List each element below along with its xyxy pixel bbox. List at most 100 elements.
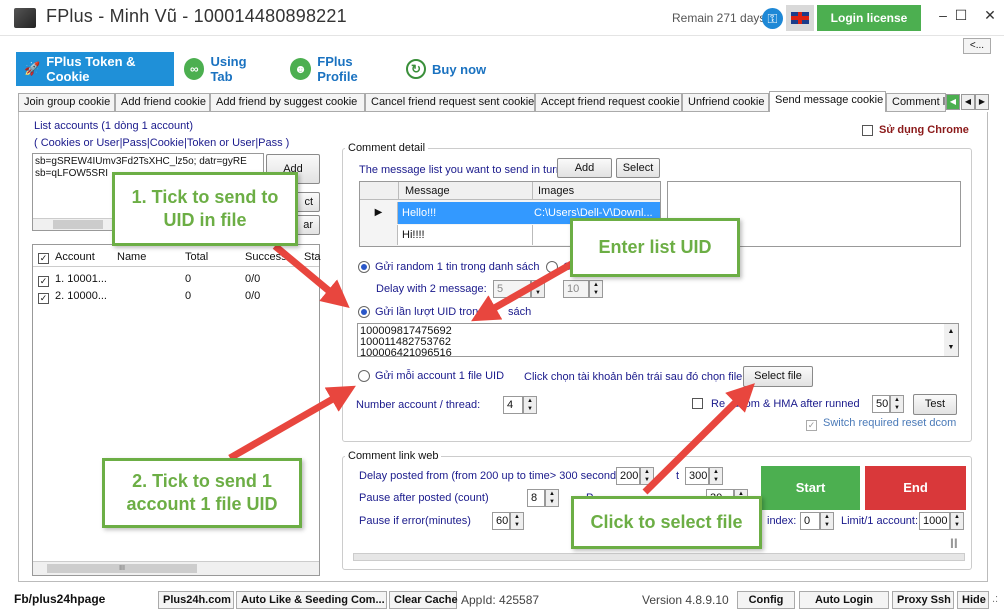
subtab-accept-request[interactable]: Accept friend request cookie [535, 93, 682, 112]
tab-token-cookie[interactable]: 🚀 FPlus Token & Cookie [16, 52, 174, 86]
window-title: FPlus - Minh Vũ - 100014480898221 [46, 6, 347, 26]
auto-like-button[interactable]: Auto Like & Seeding Com... [236, 591, 387, 609]
use-chrome-checkbox[interactable] [862, 124, 873, 136]
reset-dcom-checkbox-wrap[interactable] [692, 398, 703, 412]
uid-line: 100006421096516 [360, 347, 452, 357]
callout-tick-uid-file: 1. Tick to send to UID in file [112, 172, 298, 246]
comment-link-title: Comment link web [345, 450, 442, 462]
switch-dcom-checkbox[interactable]: ✓ [806, 420, 817, 431]
per-file-option[interactable]: Gửi mỗi account 1 file UID [358, 370, 504, 382]
start-button[interactable]: Start [761, 466, 860, 510]
scroll-thumb[interactable]: III [47, 564, 197, 573]
subtab-add-friend-suggest[interactable]: Add friend by suggest cookie [210, 93, 365, 112]
subtab-comment-like[interactable]: Comment lik [886, 93, 946, 112]
thread-field[interactable]: 4 [503, 396, 523, 414]
uk-flag-icon[interactable] [786, 5, 814, 31]
table-row[interactable]: ✓ 1. 10001... 0 0/0 [33, 271, 319, 287]
tab-buy-now[interactable]: ↻ Buy now [398, 52, 498, 86]
clear-cache-button[interactable]: Clear Cache [389, 591, 458, 609]
auto-login-button[interactable]: Auto Login [799, 591, 889, 609]
delay-from-spinner[interactable]: ▲ ▼ [531, 280, 545, 298]
account-line: sb=gSREW4IUmv3Fd2TsXHC_lz5o; datr=gyRE [35, 156, 247, 167]
select-message-button[interactable]: Select [616, 158, 660, 178]
pause-after-spinner[interactable]: ▲ ▼ [545, 489, 559, 507]
fb-page-link[interactable]: Fb/plus24hpage [14, 592, 105, 606]
select-all-checkbox[interactable]: ✓ [38, 253, 49, 264]
select-file-button[interactable]: Select file [743, 366, 813, 387]
subtab-send-message[interactable]: Send message cookie [769, 91, 886, 113]
plus24h-button[interactable]: Plus24h.com [158, 591, 234, 609]
switch-dcom-checkbox-wrap[interactable]: ✓ [806, 417, 817, 431]
tab-scroll-right-green[interactable]: ◀ [946, 94, 960, 110]
uid-list-radio[interactable] [358, 306, 370, 318]
pause-error-spinner[interactable]: ▲ ▼ [510, 512, 524, 530]
grid-hscroll[interactable]: III [33, 561, 319, 575]
delay-posted-from-spinner[interactable]: ▲ ▼ [640, 467, 654, 485]
test-button[interactable]: Test [913, 394, 957, 415]
delay-to-spinner[interactable]: ▲ ▼ [589, 280, 603, 298]
callout-select-file: Click to select file [571, 496, 762, 549]
subtab-cancel-request[interactable]: Cancel friend request sent cookie [365, 93, 535, 112]
delay-posted-to-spinner[interactable]: ▲ ▼ [709, 467, 723, 485]
reset-dcom-label-a: Re [711, 398, 726, 410]
delay-posted-label: Delay posted from (from 200 up to time> … [359, 470, 626, 482]
col-account: Account [55, 251, 95, 263]
proxy-ssh-button[interactable]: Proxy Ssh [892, 591, 954, 609]
uid-list-textarea[interactable]: 100009817475692 100011482753762 10000642… [357, 323, 959, 357]
pause-icon[interactable]: II [950, 535, 958, 551]
delay-posted-from[interactable]: 200 [616, 467, 640, 485]
sequential-radio[interactable] [546, 261, 558, 273]
use-chrome-option[interactable]: Sử dụng Chrome [862, 124, 969, 136]
delay-to-field[interactable]: 10 [563, 280, 589, 298]
pause-error-field[interactable]: 60 [492, 512, 510, 530]
uid-list-vscroll[interactable]: ▲ ▼ [944, 324, 958, 356]
row-checkbox[interactable]: ✓ [38, 293, 49, 304]
progress-bar [353, 553, 965, 561]
row-total: 0 [185, 290, 192, 302]
uid-list-option[interactable]: Gửi lần lượt UID trong [358, 306, 484, 318]
index-field[interactable]: 0 [800, 512, 820, 530]
close-button[interactable]: ✕ [975, 4, 1004, 28]
add-message-button[interactable]: Add [557, 158, 612, 178]
reset-dcom-field[interactable]: 50 [872, 395, 890, 413]
random-radio[interactable] [358, 261, 370, 273]
sequential-option[interactable]: G [546, 261, 572, 273]
limit-spinner[interactable]: ▲ ▼ [950, 512, 964, 530]
row-success: 0/0 [245, 273, 261, 285]
per-file-radio[interactable] [358, 370, 370, 382]
collapse-button[interactable]: <... [963, 38, 991, 54]
delay-from-field[interactable]: 5 [493, 280, 531, 298]
hide-button[interactable]: Hide [957, 591, 989, 609]
limit-field[interactable]: 1000 [919, 512, 950, 530]
login-license-button[interactable]: Login license [817, 5, 921, 31]
pause-after-field[interactable]: 8 [527, 489, 545, 507]
remain-days: Remain 271 days [672, 11, 766, 25]
subtab-add-friend[interactable]: Add friend cookie [115, 93, 210, 112]
tab-using-tab[interactable]: ∞ Using Tab [176, 52, 276, 86]
thread-spinner[interactable]: ▲ ▼ [523, 396, 537, 414]
subtab-join-group[interactable]: Join group cookie [18, 93, 115, 112]
switch-dcom-label: Switch required reset dcom [823, 417, 957, 429]
resize-grip-icon: .: [992, 593, 999, 605]
message-list-label: The message list you want to send in tur… [359, 164, 562, 176]
key-icon[interactable]: ⚿ [762, 8, 783, 29]
delay-posted-to[interactable]: 300 [685, 467, 709, 485]
row-pointer-icon: ▶ [360, 202, 398, 224]
row-checkbox[interactable]: ✓ [38, 276, 49, 287]
tab-scroll-left-arrow[interactable]: ◀ [961, 94, 975, 110]
maximize-button[interactable]: ☐ [946, 4, 976, 28]
comment-detail-title: Comment detail [345, 142, 429, 154]
end-button[interactable]: End [865, 466, 966, 510]
table-row[interactable]: ✓ 2. 10000... 0 0/0 [33, 288, 319, 304]
tab-fplus-profile[interactable]: ☻ FPlus Profile [282, 52, 402, 86]
subtab-unfriend[interactable]: Unfriend cookie [682, 93, 769, 112]
tab-scroll-right-arrow[interactable]: ▶ [975, 94, 989, 110]
reset-dcom-spinner[interactable]: ▲ ▼ [890, 395, 904, 413]
random-option[interactable]: Gửi random 1 tin trong danh sách [358, 261, 540, 273]
reset-dcom-checkbox[interactable] [692, 398, 703, 409]
version-label: Version 4.8.9.10 [642, 593, 729, 607]
index-spinner[interactable]: ▲ ▼ [820, 512, 834, 530]
tab-label: Using Tab [210, 54, 247, 84]
callout-enter-uid-list: Enter list UID [570, 218, 740, 277]
config-button[interactable]: Config [737, 591, 795, 609]
